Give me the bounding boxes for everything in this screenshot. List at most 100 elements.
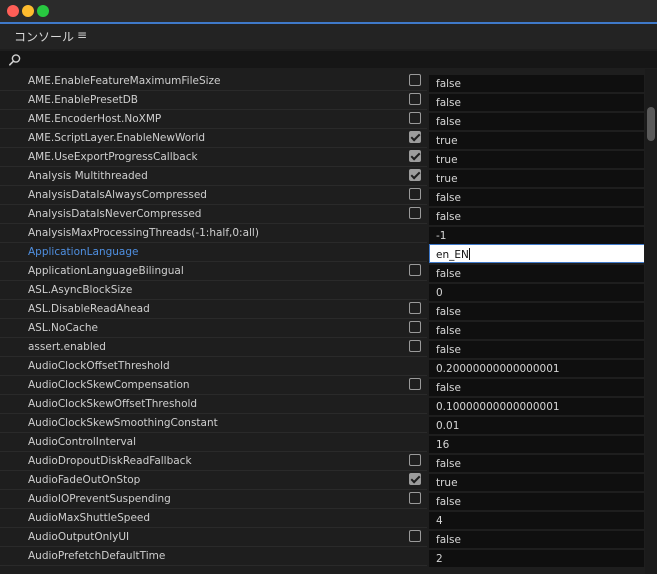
setting-row[interactable]: AME.EncoderHost.NoXMP false	[0, 110, 644, 130]
setting-checkbox[interactable]	[409, 169, 421, 181]
setting-row[interactable]: AnalysisDataIsAlwaysCompressed false	[0, 186, 644, 206]
setting-row[interactable]: AnalysisDataIsNeverCompressed false	[0, 205, 644, 225]
setting-value: false	[436, 192, 461, 204]
setting-row[interactable]: AME.ScriptLayer.EnableNewWorld true	[0, 129, 644, 149]
setting-value-field[interactable]: false	[429, 322, 644, 339]
row-divider	[0, 565, 427, 566]
console-settings-list: AME.EnableFeatureMaximumFileSize false AME…	[0, 69, 644, 574]
setting-checkbox[interactable]	[409, 492, 421, 504]
setting-value: true	[436, 135, 458, 147]
setting-value-field[interactable]: false	[429, 189, 644, 206]
setting-checkbox[interactable]	[409, 131, 421, 143]
setting-row[interactable]: AudioClockOffsetThreshold 0.2000000000000…	[0, 357, 644, 377]
setting-checkbox[interactable]	[409, 150, 421, 162]
maximize-window-button[interactable]	[37, 5, 49, 17]
setting-row[interactable]: AudioOutputOnlyUI false	[0, 528, 644, 548]
setting-value-field[interactable]: 0.10000000000000001	[429, 398, 644, 415]
setting-name: AudioClockOffsetThreshold	[28, 360, 170, 372]
setting-name: assert.enabled	[28, 341, 106, 353]
setting-row[interactable]: Analysis Multithreaded true	[0, 167, 644, 187]
setting-value-field[interactable]: true	[429, 170, 644, 187]
setting-checkbox[interactable]	[409, 264, 421, 276]
setting-name: AudioDropoutDiskReadFallback	[28, 455, 192, 467]
setting-checkbox[interactable]	[409, 473, 421, 485]
setting-row[interactable]: AnalysisMaxProcessingThreads(-1:half,0:a…	[0, 224, 644, 244]
setting-row[interactable]: AudioFadeOutOnStop true	[0, 471, 644, 491]
setting-checkbox[interactable]	[409, 340, 421, 352]
setting-value-field[interactable]: true	[429, 474, 644, 491]
setting-value-field[interactable]: false	[429, 208, 644, 225]
search-input[interactable]	[26, 52, 636, 66]
setting-value-field[interactable]: false	[429, 531, 644, 548]
setting-row[interactable]: AudioDropoutDiskReadFallback false	[0, 452, 644, 472]
setting-value-input-active[interactable]: en_EN	[429, 244, 644, 263]
setting-value-field[interactable]: false	[429, 455, 644, 472]
setting-value-field[interactable]: false	[429, 75, 644, 92]
setting-row[interactable]: ASL.AsyncBlockSize 0	[0, 281, 644, 301]
setting-row[interactable]: ApplicationLanguage en_EN	[0, 243, 644, 263]
setting-name: ApplicationLanguageBilingual	[28, 265, 184, 277]
setting-value: true	[436, 154, 458, 166]
close-window-button[interactable]	[7, 5, 19, 17]
setting-row[interactable]: AME.UseExportProgressCallback true	[0, 148, 644, 168]
setting-row[interactable]: AudioClockSkewOffsetThreshold 0.100000000…	[0, 395, 644, 415]
setting-row[interactable]: AME.EnablePresetDB false	[0, 91, 644, 111]
setting-value: false	[436, 116, 461, 128]
setting-value-field[interactable]: false	[429, 94, 644, 111]
setting-row[interactable]: ApplicationLanguageBilingual false	[0, 262, 644, 282]
scrollbar-thumb[interactable]	[647, 107, 655, 141]
setting-row[interactable]: ASL.DisableReadAhead false	[0, 300, 644, 320]
setting-row[interactable]: AudioControlInterval 16	[0, 433, 644, 453]
setting-value-field[interactable]: false	[429, 493, 644, 510]
setting-name: Analysis Multithreaded	[28, 170, 148, 182]
setting-value-field[interactable]: false	[429, 341, 644, 358]
setting-name: AudioFadeOutOnStop	[28, 474, 141, 486]
vertical-scrollbar[interactable]	[645, 69, 657, 574]
setting-checkbox[interactable]	[409, 112, 421, 124]
setting-row[interactable]: AudioIOPreventSuspending false	[0, 490, 644, 510]
setting-checkbox[interactable]	[409, 207, 421, 219]
setting-value-field[interactable]: -1	[429, 227, 644, 244]
setting-value-field[interactable]: false	[429, 113, 644, 130]
setting-value-field[interactable]: 16	[429, 436, 644, 453]
setting-checkbox[interactable]	[409, 321, 421, 333]
panel-title[interactable]: コンソール	[14, 28, 74, 45]
setting-value: -1	[436, 230, 447, 242]
setting-row[interactable]: AudioPrefetchDefaultTime 2	[0, 547, 644, 567]
setting-value-field[interactable]: true	[429, 151, 644, 168]
setting-value-field[interactable]: 0.20000000000000001	[429, 360, 644, 377]
setting-value-field[interactable]: 2	[429, 550, 644, 567]
setting-value-field[interactable]: false	[429, 379, 644, 396]
setting-row[interactable]: AME.EnableFeatureMaximumFileSize false	[0, 72, 644, 92]
setting-checkbox[interactable]	[409, 188, 421, 200]
setting-checkbox[interactable]	[409, 378, 421, 390]
setting-checkbox[interactable]	[409, 93, 421, 105]
setting-value-field[interactable]: true	[429, 132, 644, 149]
setting-value: false	[436, 382, 461, 394]
setting-row[interactable]: assert.enabled false	[0, 338, 644, 358]
setting-name: AudioClockSkewSmoothingConstant	[28, 417, 218, 429]
console-window: コンソール ≡ AME.EnableFeatureMaximumFileSize…	[0, 0, 657, 574]
setting-value-field[interactable]: false	[429, 303, 644, 320]
setting-name: AME.EnableFeatureMaximumFileSize	[28, 75, 221, 87]
setting-name: AudioPrefetchDefaultTime	[28, 550, 166, 562]
setting-checkbox[interactable]	[409, 302, 421, 314]
setting-checkbox[interactable]	[409, 74, 421, 86]
setting-name: ASL.AsyncBlockSize	[28, 284, 133, 296]
setting-row[interactable]: AudioMaxShuttleSpeed 4	[0, 509, 644, 529]
setting-row[interactable]: AudioClockSkewSmoothingConstant 0.01	[0, 414, 644, 434]
setting-checkbox[interactable]	[409, 454, 421, 466]
setting-checkbox[interactable]	[409, 530, 421, 542]
setting-value-field[interactable]: 0.01	[429, 417, 644, 434]
setting-value-field[interactable]: 0	[429, 284, 644, 301]
setting-value: false	[436, 78, 461, 90]
setting-row[interactable]: ASL.NoCache false	[0, 319, 644, 339]
setting-row[interactable]: AudioClockSkewCompensation false	[0, 376, 644, 396]
setting-value-field[interactable]: false	[429, 265, 644, 282]
hamburger-menu-icon[interactable]: ≡	[77, 28, 87, 42]
setting-value: false	[436, 97, 461, 109]
setting-value: false	[436, 325, 461, 337]
minimize-window-button[interactable]	[22, 5, 34, 17]
setting-value: en_EN	[436, 248, 470, 261]
setting-value-field[interactable]: 4	[429, 512, 644, 529]
